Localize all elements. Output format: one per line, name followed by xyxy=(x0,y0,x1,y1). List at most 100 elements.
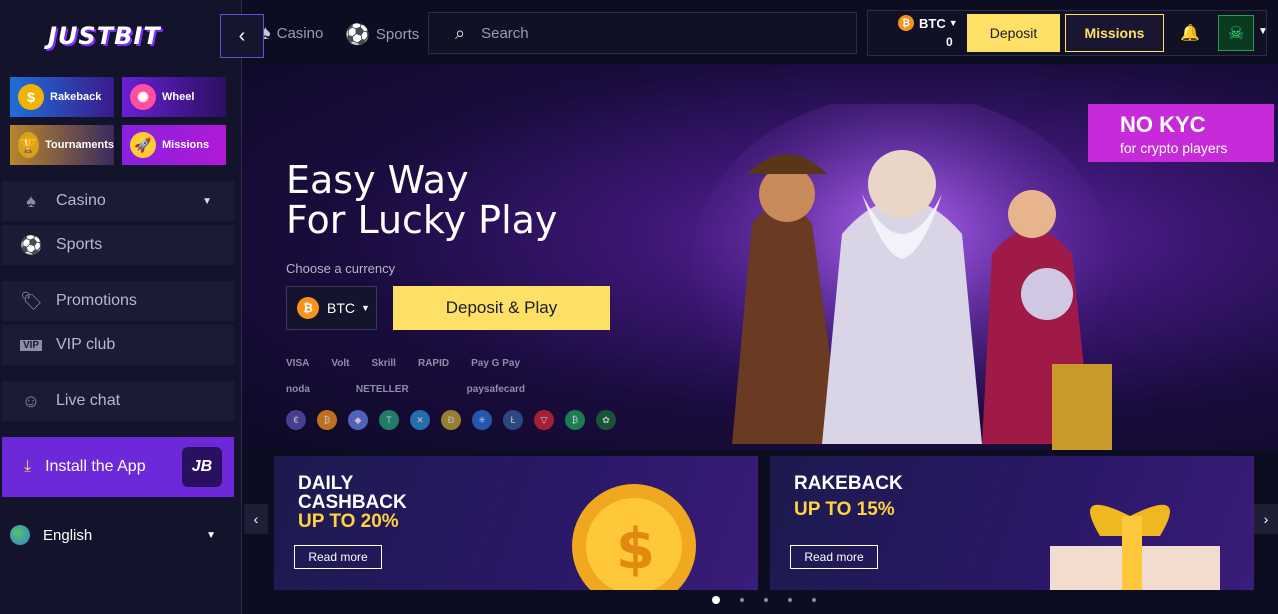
carousel-next-button[interactable]: › xyxy=(1254,504,1278,534)
chevron-down-icon: ▼ xyxy=(948,18,958,28)
payment-logo: NETELLER xyxy=(355,384,409,395)
bitcoin-cash-icon: ₿ xyxy=(565,410,585,430)
payment-logo: Pay G Pay xyxy=(471,358,521,369)
avatar[interactable]: ☠ xyxy=(1218,15,1254,51)
install-app-button[interactable]: ⤓ Install the App JB xyxy=(2,437,234,497)
balance-value: 0 xyxy=(946,35,953,49)
hero-title: Easy Way For Lucky Play xyxy=(286,160,557,240)
chevron-down-icon: ▼ xyxy=(361,303,370,313)
headset-icon: ☺ xyxy=(21,390,41,411)
coin-illustration: $ xyxy=(572,484,696,590)
tag-icon: 🏷 xyxy=(20,290,43,311)
sidebar-item-sports[interactable]: ⚽ Sports xyxy=(2,225,234,265)
no-kyc-title: NO KYC xyxy=(1120,112,1206,137)
casino-label: Casino xyxy=(56,192,106,209)
crypto-icons-row: € ₿ ◆ T ✕ Ð ✳ Ł ▽ ₿ ✿ xyxy=(286,410,627,430)
deposit-button[interactable]: Deposit xyxy=(967,14,1060,52)
payment-logo: VISA xyxy=(286,358,310,369)
wheel-tile[interactable]: ✺ Wheel xyxy=(122,77,226,117)
sidebar-item-casino[interactable]: ♠ Casino ▼ xyxy=(2,181,234,221)
tron-icon: ▽ xyxy=(534,410,554,430)
deposit-play-button[interactable]: Deposit & Play xyxy=(393,286,610,330)
gift-illustration xyxy=(1050,504,1220,590)
rakeback-line1: RAKEBACK xyxy=(794,473,903,494)
payment-logo: Volt xyxy=(331,358,350,369)
vip-label: VIP club xyxy=(56,336,116,353)
promo-card-rakeback[interactable]: RAKEBACK UP TO 15% Read more xyxy=(770,456,1254,590)
read-more-button[interactable]: Read more xyxy=(294,545,382,569)
rakeback-rate: UP TO 15% xyxy=(794,499,895,520)
collapse-sidebar-button[interactable]: ‹ xyxy=(220,14,264,58)
wheel-icon: ✺ xyxy=(130,84,156,110)
trophy-icon: 🏆 xyxy=(18,132,40,158)
payment-methods-row2: noda NETELLER paysafecard xyxy=(286,384,547,395)
live-chat-label: Live chat xyxy=(56,392,121,409)
bitcoin-icon: ₿ xyxy=(898,15,914,31)
wheel-label: Wheel xyxy=(162,91,195,103)
pagination-dot[interactable] xyxy=(812,598,816,602)
read-more-button[interactable]: Read more xyxy=(790,545,878,569)
payment-logo: Skrill xyxy=(371,358,396,369)
chevron-right-icon: › xyxy=(1263,511,1269,527)
rakeback-tile[interactable]: $ Rakeback xyxy=(10,77,114,117)
pagination-dot[interactable] xyxy=(712,596,720,604)
top-casino-label: Casino xyxy=(276,25,324,42)
other-crypto-icon: ✿ xyxy=(596,410,616,430)
app-badge: JB xyxy=(182,447,222,487)
hero-currency-label: BTC xyxy=(327,300,355,316)
tournaments-label: Tournaments xyxy=(45,139,114,151)
sidebar: JUSTBIT $ Rakeback ✺ Wheel 🏆 Tournaments… xyxy=(0,0,242,614)
spade-icon: ♠ xyxy=(26,190,36,211)
missions-button[interactable]: Missions xyxy=(1065,14,1164,52)
justbit-logo[interactable]: JUSTBIT xyxy=(48,22,161,50)
sidebar-item-live-chat[interactable]: ☺ Live chat xyxy=(2,381,234,421)
rakeback-title: RAKEBACK UP TO 15% xyxy=(794,474,903,519)
bitcoin-icon: ₿ xyxy=(297,297,319,319)
litecoin-icon: Ł xyxy=(503,410,523,430)
cardano-icon: ✳ xyxy=(472,410,492,430)
rocket-icon: 🚀 xyxy=(130,132,156,158)
currency-selector[interactable]: ₿ BTC ▼ xyxy=(898,15,958,31)
hero-title-line1: Easy Way xyxy=(286,158,469,202)
pagination-dot[interactable] xyxy=(764,598,768,602)
tournaments-tile[interactable]: 🏆 Tournaments xyxy=(10,125,114,165)
cashback-rate: UP TO 20% xyxy=(298,511,399,532)
chevron-left-icon: ‹ xyxy=(253,511,259,527)
carousel-prev-button[interactable]: ‹ xyxy=(244,504,268,534)
missions-tile[interactable]: 🚀 Missions xyxy=(122,125,226,165)
hero-characters-illustration xyxy=(692,104,1112,450)
sidebar-item-vip[interactable]: VIP VIP club xyxy=(2,325,234,365)
top-sports-label: Sports xyxy=(375,26,420,43)
hero-banner: Easy Way For Lucky Play Choose a currenc… xyxy=(242,64,1278,450)
cashback-title: DAILY CASHBACK UP TO 20% xyxy=(298,474,407,531)
rakeback-icon: $ xyxy=(18,84,44,110)
cashback-line1: DAILY xyxy=(298,473,354,494)
chevron-down-icon: ▼ xyxy=(202,195,212,207)
promo-carousel: ‹ $ DAILY CASHBACK UP TO 20% Read more R… xyxy=(242,450,1278,614)
globe-icon xyxy=(10,525,30,545)
promotions-label: Promotions xyxy=(56,292,137,309)
payment-methods-row1: VISA Volt Skrill RAPID Pay G Pay xyxy=(286,358,542,369)
choose-currency-label: Choose a currency xyxy=(286,261,396,276)
euro-icon: € xyxy=(286,410,306,430)
language-label: English xyxy=(43,526,93,544)
search-input[interactable]: ⌕ Search xyxy=(428,12,857,54)
no-kyc-subtitle: for crypto players xyxy=(1120,140,1228,156)
tether-icon: T xyxy=(379,410,399,430)
search-icon: ⌕ xyxy=(455,22,466,43)
language-selector[interactable]: English ▼ xyxy=(10,523,230,547)
dogecoin-icon: Ð xyxy=(441,410,461,430)
sidebar-item-promotions[interactable]: 🏷 Promotions xyxy=(2,281,234,321)
promo-card-cashback[interactable]: $ DAILY CASHBACK UP TO 20% Read more xyxy=(274,456,758,590)
chevron-down-icon[interactable]: ▼ xyxy=(1258,26,1268,37)
hero-currency-select[interactable]: ₿ BTC ▼ xyxy=(286,286,377,330)
bell-icon[interactable]: 🔔 xyxy=(1180,23,1200,43)
chevron-down-icon: ▼ xyxy=(206,529,216,541)
pagination-dot[interactable] xyxy=(740,598,744,602)
soccer-ball-icon: ⚽ xyxy=(20,234,43,255)
ripple-icon: ✕ xyxy=(410,410,430,430)
top-nav-casino[interactable]: ♠ Casino xyxy=(260,22,323,45)
pagination-dot[interactable] xyxy=(788,598,792,602)
rakeback-label: Rakeback xyxy=(50,91,102,103)
top-nav-sports[interactable]: ⚽ Sports xyxy=(345,22,419,47)
